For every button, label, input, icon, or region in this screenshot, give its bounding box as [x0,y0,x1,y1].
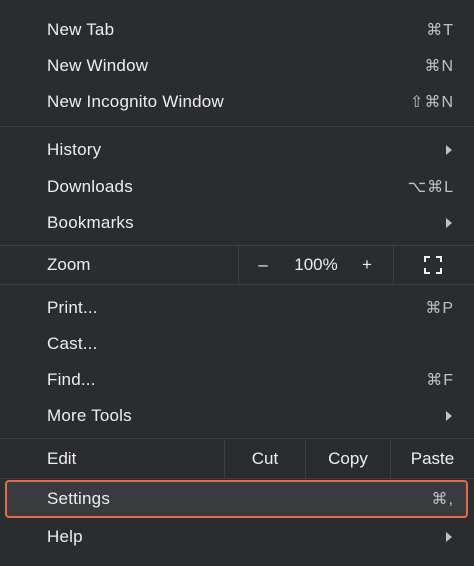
menu-item-more-tools[interactable]: More Tools [0,398,474,434]
paste-button[interactable]: Paste [391,440,474,478]
menu-separator [0,438,474,439]
menu-item-label: New Window [47,56,149,75]
menu-item-print[interactable]: Print... ⌘P [0,290,474,326]
menu-item-shortcut: ⌥⌘L [407,179,454,196]
menu-item-bookmarks[interactable]: Bookmarks [0,205,474,241]
zoom-in-button[interactable]: + [352,246,382,284]
zoom-out-button[interactable]: – [248,246,278,284]
menu-item-shortcut: ⌘T [426,22,454,39]
menu-item-new-tab[interactable]: New Tab ⌘T [0,12,474,48]
menu-item-cast[interactable]: Cast... [0,326,474,362]
chevron-right-icon [446,532,452,542]
copy-button[interactable]: Copy [306,440,390,478]
fullscreen-icon[interactable] [424,256,442,274]
menu-item-help[interactable]: Help [0,519,474,555]
menu-item-label: Downloads [47,177,133,196]
menu-item-label: New Incognito Window [47,92,224,111]
menu-item-label: Print... [47,298,98,317]
menu-item-downloads[interactable]: Downloads ⌥⌘L [0,169,474,205]
edit-row: Edit Cut Copy Paste [0,440,474,478]
menu-item-label: History [47,140,102,159]
menu-item-shortcut: ⌘P [425,300,454,317]
menu-item-shortcut: ⌘F [426,372,454,389]
chevron-right-icon [446,145,452,155]
menu-item-shortcut: ⌘N [424,58,454,75]
divider [238,246,239,284]
menu-item-shortcut: ⌘, [431,491,454,508]
zoom-row: Zoom – 100% + [0,246,474,284]
menu-separator [0,284,474,285]
menu-item-new-window[interactable]: New Window ⌘N [0,48,474,84]
menu-separator [0,126,474,127]
app-menu: New Tab ⌘T New Window ⌘N New Incognito W… [0,0,474,566]
chevron-right-icon [446,218,452,228]
menu-item-label: Settings [47,489,111,508]
cut-button[interactable]: Cut [225,440,305,478]
menu-item-label: Cast... [47,334,98,353]
zoom-label: Zoom [47,255,91,274]
menu-item-find[interactable]: Find... ⌘F [0,362,474,398]
menu-item-shortcut: ⇧⌘N [410,94,454,111]
menu-item-settings[interactable]: Settings ⌘, [0,481,474,517]
menu-item-new-incognito-window[interactable]: New Incognito Window ⇧⌘N [0,84,474,120]
menu-item-history[interactable]: History [0,132,474,168]
menu-item-label: Find... [47,370,96,389]
edit-label: Edit [47,449,77,468]
divider [393,246,394,284]
menu-item-label: Help [47,527,83,546]
menu-item-label: More Tools [47,406,132,425]
menu-separator [0,478,474,479]
chevron-right-icon [446,411,452,421]
zoom-level: 100% [294,255,338,274]
menu-item-label: Bookmarks [47,213,134,232]
menu-item-label: New Tab [47,20,115,39]
